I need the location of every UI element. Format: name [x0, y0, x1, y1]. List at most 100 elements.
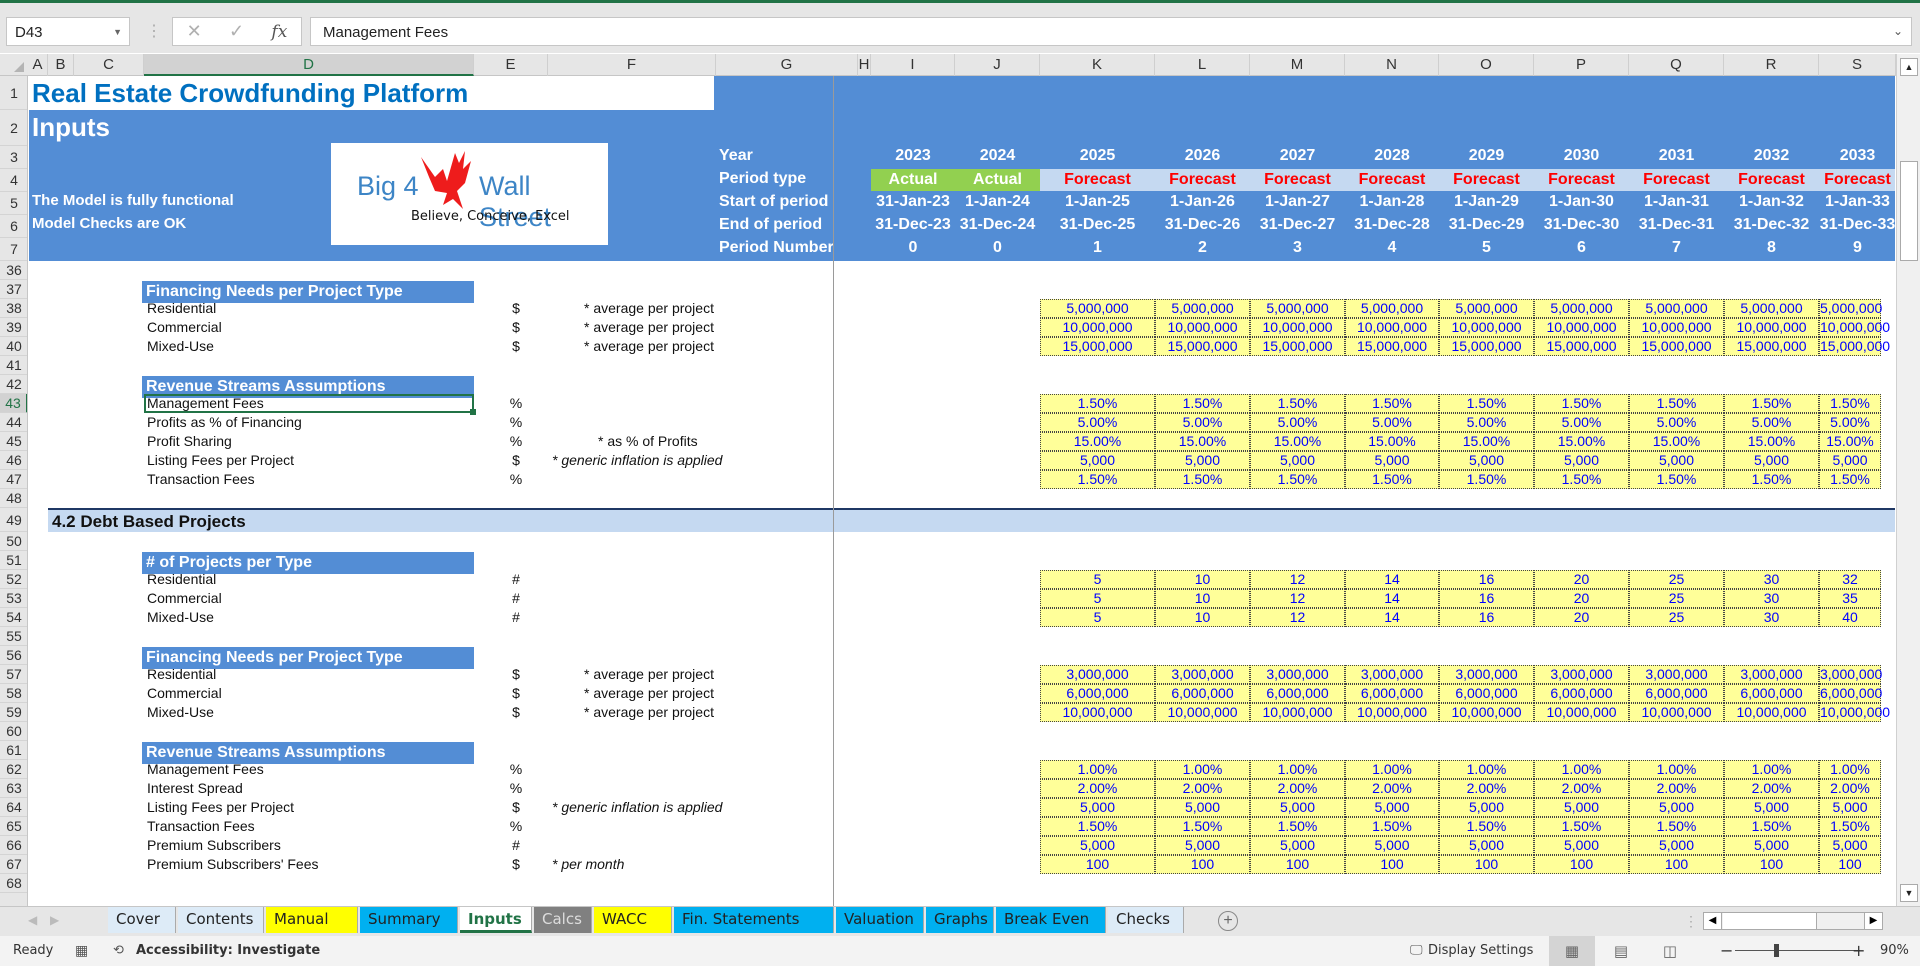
- input-cell[interactable]: 5,000,000: [1155, 299, 1250, 318]
- worksheet-grid[interactable]: Real Estate Crowdfunding Platform Inputs…: [29, 76, 1895, 906]
- input-cell[interactable]: 10,000,000: [1040, 318, 1155, 337]
- input-cell[interactable]: 1.50%: [1724, 470, 1819, 489]
- input-cell[interactable]: 6,000,000: [1155, 684, 1250, 703]
- scroll-right-icon[interactable]: ▶: [1864, 913, 1882, 929]
- input-cell[interactable]: 12: [1250, 608, 1345, 627]
- row-header-1[interactable]: 1: [0, 76, 27, 110]
- input-cell[interactable]: 1.50%: [1345, 394, 1439, 413]
- input-cell[interactable]: 1.00%: [1819, 760, 1881, 779]
- check-icon[interactable]: ✓: [229, 21, 244, 42]
- input-cell[interactable]: 2.00%: [1819, 779, 1881, 798]
- input-cell[interactable]: 6,000,000: [1439, 684, 1534, 703]
- fill-handle[interactable]: [470, 409, 476, 415]
- input-cell[interactable]: 1.50%: [1345, 817, 1439, 836]
- input-cell[interactable]: 5: [1040, 608, 1155, 627]
- add-sheet-icon[interactable]: +: [1218, 911, 1238, 931]
- row-header-42[interactable]: 42: [0, 375, 27, 394]
- input-cell[interactable]: 15,000,000: [1155, 337, 1250, 356]
- input-cell[interactable]: 14: [1345, 570, 1439, 589]
- input-cell[interactable]: 5,000: [1724, 836, 1819, 855]
- column-header-h[interactable]: H: [858, 54, 871, 76]
- input-cell[interactable]: 1.50%: [1155, 470, 1250, 489]
- row-header-45[interactable]: 45: [0, 432, 27, 451]
- input-cell[interactable]: 5.00%: [1439, 413, 1534, 432]
- row-header-68[interactable]: 68: [0, 874, 27, 893]
- input-cell[interactable]: 5,000: [1534, 798, 1629, 817]
- row-header-6[interactable]: 6: [0, 215, 27, 238]
- input-cell[interactable]: 6,000,000: [1534, 684, 1629, 703]
- sheet-tab-manual[interactable]: Manual: [266, 907, 358, 933]
- input-cell[interactable]: 2.00%: [1439, 779, 1534, 798]
- input-cell[interactable]: 15.00%: [1040, 432, 1155, 451]
- input-cell[interactable]: 30: [1724, 589, 1819, 608]
- input-cell[interactable]: 1.50%: [1040, 817, 1155, 836]
- zoom-in-button[interactable]: +: [1852, 941, 1865, 960]
- input-cell[interactable]: 3,000,000: [1724, 665, 1819, 684]
- input-cell[interactable]: 16: [1439, 589, 1534, 608]
- input-cell[interactable]: 1.50%: [1724, 817, 1819, 836]
- input-cell[interactable]: 5,000: [1155, 836, 1250, 855]
- input-cell[interactable]: 10,000,000: [1345, 703, 1439, 722]
- input-cell[interactable]: 25: [1629, 589, 1724, 608]
- input-cell[interactable]: 12: [1250, 570, 1345, 589]
- input-cell[interactable]: 5,000: [1250, 798, 1345, 817]
- input-cell[interactable]: 5,000: [1250, 836, 1345, 855]
- input-cell[interactable]: 100: [1534, 855, 1629, 874]
- row-header-67[interactable]: 67: [0, 855, 27, 874]
- insert-function-icon[interactable]: fx: [271, 22, 287, 42]
- input-cell[interactable]: 1.50%: [1155, 817, 1250, 836]
- sheet-tab-summary[interactable]: Summary: [360, 907, 458, 933]
- input-cell[interactable]: 5,000: [1040, 836, 1155, 855]
- sheet-tab-calcs[interactable]: Calcs: [534, 907, 592, 933]
- sheet-tab-valuation[interactable]: Valuation: [836, 907, 924, 933]
- input-cell[interactable]: 1.50%: [1534, 394, 1629, 413]
- input-cell[interactable]: 3,000,000: [1439, 665, 1534, 684]
- input-cell[interactable]: 2.00%: [1629, 779, 1724, 798]
- horizontal-scrollbar[interactable]: ◀ ▶: [1703, 912, 1883, 930]
- sheet-tab-cover[interactable]: Cover: [108, 907, 176, 933]
- formula-input[interactable]: Management Fees ⌄: [310, 17, 1912, 46]
- input-cell[interactable]: 10,000,000: [1040, 703, 1155, 722]
- row-header-54[interactable]: 54: [0, 608, 27, 627]
- input-cell[interactable]: 5,000: [1040, 451, 1155, 470]
- input-cell[interactable]: 1.00%: [1250, 760, 1345, 779]
- row-header-63[interactable]: 63: [0, 779, 27, 798]
- row-header-65[interactable]: 65: [0, 817, 27, 836]
- input-cell[interactable]: 2.00%: [1250, 779, 1345, 798]
- column-header-f[interactable]: F: [548, 54, 716, 76]
- row-header-61[interactable]: 61: [0, 741, 27, 760]
- input-cell[interactable]: 100: [1819, 855, 1881, 874]
- zoom-level[interactable]: 90%: [1880, 943, 1909, 958]
- input-cell[interactable]: 10,000,000: [1534, 318, 1629, 337]
- input-cell[interactable]: 5,000: [1250, 451, 1345, 470]
- input-cell[interactable]: 1.50%: [1629, 817, 1724, 836]
- row-header-41[interactable]: 41: [0, 356, 27, 375]
- row-header-47[interactable]: 47: [0, 470, 27, 489]
- input-cell[interactable]: 1.50%: [1534, 470, 1629, 489]
- input-cell[interactable]: 6,000,000: [1345, 684, 1439, 703]
- row-header-52[interactable]: 52: [0, 570, 27, 589]
- input-cell[interactable]: 5,000,000: [1534, 299, 1629, 318]
- input-cell[interactable]: 100: [1345, 855, 1439, 874]
- row-header-58[interactable]: 58: [0, 684, 27, 703]
- row-header-59[interactable]: 59: [0, 703, 27, 722]
- input-cell[interactable]: 1.00%: [1629, 760, 1724, 779]
- input-cell[interactable]: 5,000: [1155, 798, 1250, 817]
- input-cell[interactable]: 1.00%: [1439, 760, 1534, 779]
- chevron-down-icon[interactable]: ▼: [113, 27, 122, 37]
- row-header-64[interactable]: 64: [0, 798, 27, 817]
- accessibility-icon[interactable]: ⟲: [113, 943, 124, 958]
- input-cell[interactable]: 15.00%: [1439, 432, 1534, 451]
- row-header-3[interactable]: 3: [0, 146, 27, 169]
- input-cell[interactable]: 10,000,000: [1819, 703, 1890, 722]
- column-header-m[interactable]: M: [1250, 54, 1345, 76]
- input-cell[interactable]: 1.50%: [1345, 470, 1439, 489]
- row-header-60[interactable]: 60: [0, 722, 27, 741]
- input-cell[interactable]: 2.00%: [1534, 779, 1629, 798]
- column-header-b[interactable]: B: [48, 54, 74, 76]
- input-cell[interactable]: 10,000,000: [1819, 318, 1890, 337]
- display-settings-button[interactable]: Display Settings: [1428, 943, 1533, 958]
- input-cell[interactable]: 5,000: [1629, 798, 1724, 817]
- input-cell[interactable]: 5.00%: [1155, 413, 1250, 432]
- split-handle-icon[interactable]: ⋮: [1684, 913, 1698, 930]
